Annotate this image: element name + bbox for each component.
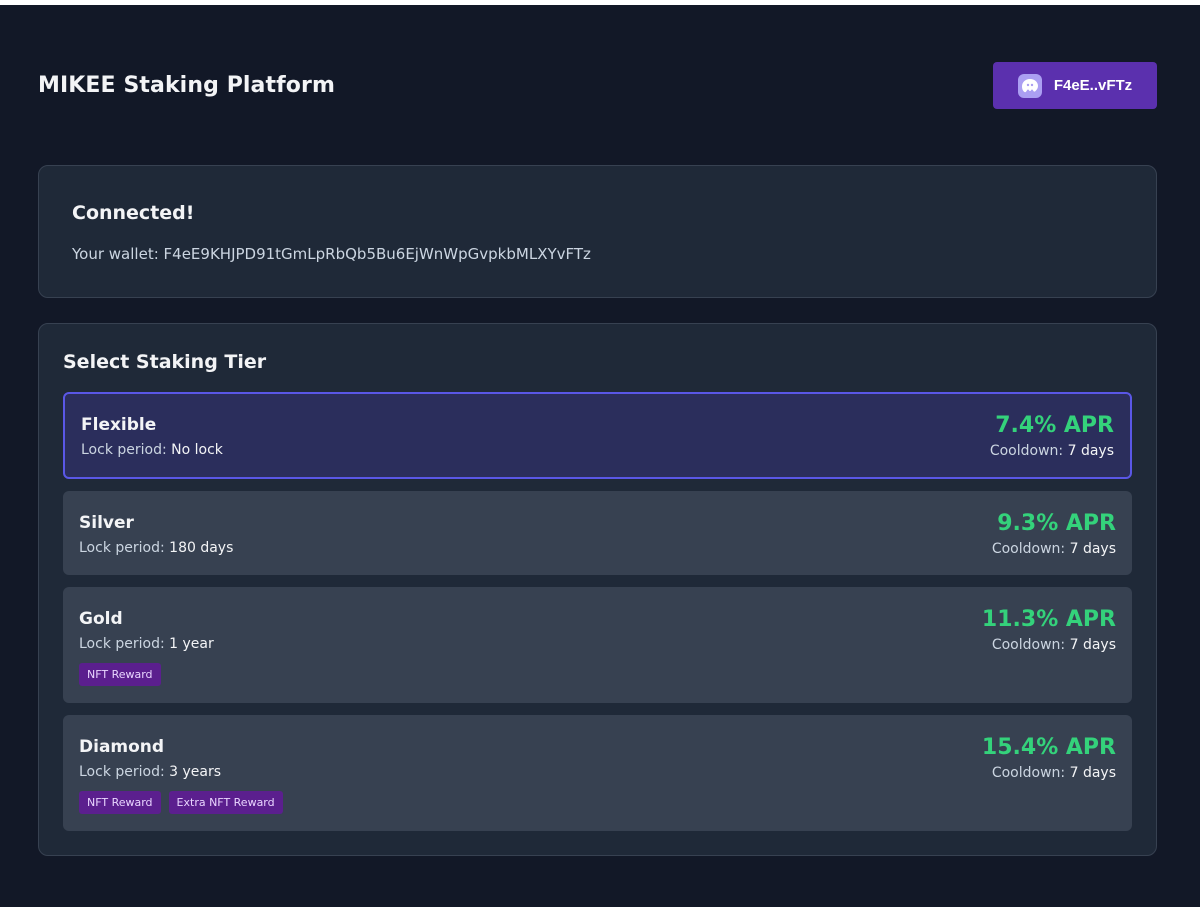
tier-name: Diamond <box>79 737 165 757</box>
cooldown-value: 7 days <box>1069 765 1116 781</box>
tier-cooldown: Cooldown: 7 days <box>992 765 1116 781</box>
tier-gold[interactable]: Gold Lock period: 1 year 11.3% APR Coold… <box>63 587 1132 703</box>
tier-badges: NFT Reward Extra NFT Reward <box>79 791 283 814</box>
tier-badges: NFT Reward <box>79 663 161 686</box>
cooldown-value: 7 days <box>1069 541 1116 557</box>
tier-cooldown: Cooldown: 7 days <box>990 443 1114 459</box>
cooldown-label: Cooldown: <box>991 765 1066 781</box>
staking-tiers-card: Select Staking Tier Flexible Lock period… <box>38 323 1157 856</box>
nft-reward-badge: NFT Reward <box>79 663 161 686</box>
tier-apr: 15.4% APR <box>981 735 1116 760</box>
tier-cooldown: Cooldown: 7 days <box>992 637 1116 653</box>
top-border <box>0 0 1200 5</box>
lock-period-value: 180 days <box>169 540 234 556</box>
tier-lock-period: Lock period: 180 days <box>79 540 233 556</box>
tier-name: Gold <box>79 609 123 629</box>
tier-name: Flexible <box>81 415 157 435</box>
lock-period-value: No lock <box>171 442 223 458</box>
wallet-button-label: F4eE..vFTz <box>1053 77 1133 94</box>
wallet-address-line: Your wallet: F4eE9KHJPD91tGmLpRbQb5Bu6Ej… <box>72 245 591 263</box>
extra-nft-reward-badge: Extra NFT Reward <box>168 791 283 814</box>
tier-apr: 11.3% APR <box>981 607 1116 632</box>
tier-lock-period: Lock period: 3 years <box>79 764 221 780</box>
tier-name: Silver <box>79 513 134 533</box>
lock-period-label: Lock period: <box>79 764 165 780</box>
connection-title: Connected! <box>72 202 195 224</box>
wallet-button[interactable]: F4eE..vFTz <box>993 62 1157 109</box>
cooldown-value: 7 days <box>1067 443 1114 459</box>
tier-lock-period: Lock period: 1 year <box>79 636 214 652</box>
tier-flexible[interactable]: Flexible Lock period: No lock 7.4% APR C… <box>63 392 1132 479</box>
tier-lock-period: Lock period: No lock <box>81 442 223 458</box>
lock-period-value: 1 year <box>169 636 214 652</box>
connection-card: Connected! Your wallet: F4eE9KHJPD91tGmL… <box>38 165 1157 298</box>
cooldown-label: Cooldown: <box>991 637 1066 653</box>
tier-diamond[interactable]: Diamond Lock period: 3 years 15.4% APR C… <box>63 715 1132 831</box>
app-title: MIKEE Staking Platform <box>38 73 335 98</box>
tier-silver[interactable]: Silver Lock period: 180 days 9.3% APR Co… <box>63 491 1132 575</box>
app-header: MIKEE Staking Platform F4eE..vFTz <box>38 62 1157 109</box>
lock-period-value: 3 years <box>169 764 222 780</box>
phantom-ghost-icon <box>1017 73 1042 98</box>
wallet-address-prefix: Your wallet: <box>72 245 159 263</box>
cooldown-label: Cooldown: <box>989 443 1064 459</box>
tier-apr: 9.3% APR <box>997 511 1116 536</box>
tier-apr: 7.4% APR <box>995 413 1114 438</box>
lock-period-label: Lock period: <box>79 540 165 556</box>
lock-period-label: Lock period: <box>79 636 165 652</box>
cooldown-label: Cooldown: <box>991 541 1066 557</box>
tier-cooldown: Cooldown: 7 days <box>992 541 1116 557</box>
nft-reward-badge: NFT Reward <box>79 791 161 814</box>
tiers-title: Select Staking Tier <box>63 351 267 373</box>
wallet-address: F4eE9KHJPD91tGmLpRbQb5Bu6EjWnWpGvpkbMLXY… <box>163 245 591 263</box>
cooldown-value: 7 days <box>1069 637 1116 653</box>
lock-period-label: Lock period: <box>81 442 167 458</box>
